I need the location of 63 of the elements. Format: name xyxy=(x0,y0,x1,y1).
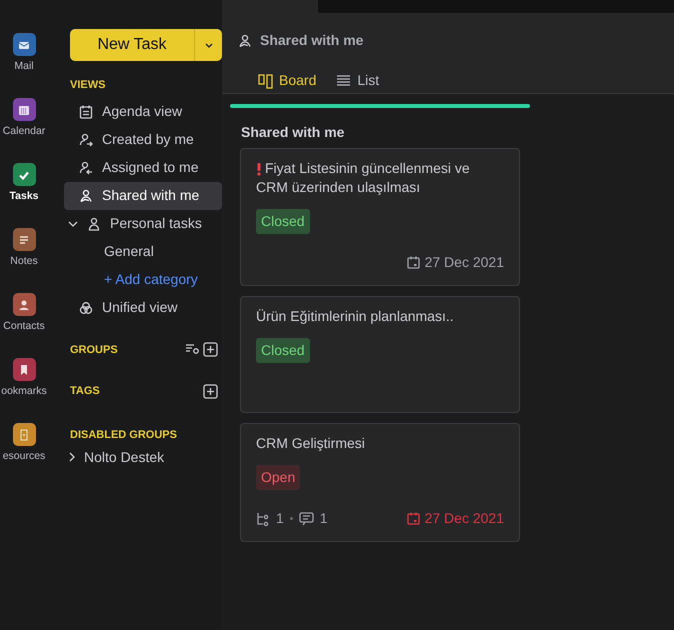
board-icon xyxy=(258,72,273,88)
person-icon xyxy=(86,216,102,232)
sidebar-item[interactable]: Nolto Destek xyxy=(64,443,222,471)
checkmark-icon[interactable] xyxy=(12,163,36,186)
status-badge: Closed xyxy=(256,209,310,234)
app-label: Tasks xyxy=(10,190,38,203)
app-label: Notes xyxy=(10,255,38,268)
app-label: Calendar xyxy=(2,125,46,138)
app-label: Mail xyxy=(14,60,34,73)
app-label: Contacts xyxy=(3,320,45,333)
door-icon[interactable] xyxy=(12,423,36,446)
task-card[interactable]: Ürün Eğitimlerinin planlanması.. Closed xyxy=(240,296,520,413)
task-title: Ürün Eğitimlerinin planlanması.. xyxy=(256,307,455,326)
dropdown-button[interactable] xyxy=(194,29,222,61)
sidebar-item[interactable]: Agenda view xyxy=(64,98,222,126)
due-date: 27 Dec 2021 xyxy=(406,252,504,273)
due-date: 27 Dec 2021 xyxy=(406,508,504,529)
calendar-icon xyxy=(78,104,94,120)
shared-person-icon xyxy=(237,32,253,48)
chevron-icon xyxy=(68,450,76,464)
sidebar-item[interactable]: Personal tasks xyxy=(64,210,222,238)
status-badge: Open xyxy=(256,465,300,490)
calendar-icon[interactable] xyxy=(12,98,36,121)
sidebar-item[interactable]: General xyxy=(64,238,222,266)
app-label: ookmarks xyxy=(1,385,47,398)
add-category-link[interactable]: + Add category xyxy=(64,266,222,294)
envelope-icon[interactable] xyxy=(12,33,36,56)
task-card[interactable]: Fiyat Listesinin güncellenmesi ve CRM üzerinden ulaşılması Closed 27 Dec 2021 xyxy=(240,148,520,286)
section-heading: GROUPS xyxy=(69,342,118,358)
section-heading: VIEWS xyxy=(69,78,106,93)
view-tab[interactable]: List xyxy=(336,70,380,98)
status-badge: Closed xyxy=(256,338,310,363)
sidebar-item[interactable]: Assigned to me xyxy=(64,154,222,182)
calendar-icon xyxy=(406,512,420,525)
separator-dot xyxy=(290,517,293,520)
new-task-button[interactable]: New Task xyxy=(70,29,194,61)
person-icon[interactable] xyxy=(12,293,36,316)
section-heading: TAGS xyxy=(69,384,100,399)
sidebar-item[interactable]: Unified view xyxy=(64,294,222,322)
sidebar-item[interactable]: Shared with me xyxy=(64,182,222,210)
calendar-icon xyxy=(406,256,420,269)
shared-person-icon xyxy=(78,188,94,204)
add-icon[interactable] xyxy=(203,384,218,399)
person-arrow-icon xyxy=(78,160,94,176)
add-icon[interactable] xyxy=(203,342,218,358)
subtask-count: 1 xyxy=(276,509,284,528)
person-arrow-icon xyxy=(78,132,94,148)
section-heading: DISABLED GROUPS xyxy=(69,428,178,442)
caret-icon xyxy=(204,42,212,48)
task-card[interactable]: CRM Geliştirmesi Open 1 1 27 Dec 2021 xyxy=(240,423,520,542)
comment-count: 1 xyxy=(320,509,328,528)
sidebar-item[interactable]: Created by me xyxy=(64,126,222,154)
subtasks-icon xyxy=(256,512,270,526)
list-icon xyxy=(336,72,352,88)
circles-icon xyxy=(78,300,94,316)
bookmark-icon[interactable] xyxy=(12,358,36,381)
app-label: esources xyxy=(2,450,46,463)
note-icon[interactable] xyxy=(12,228,36,251)
task-title: CRM Geliştirmesi xyxy=(256,434,366,453)
comment-icon xyxy=(298,512,314,526)
page-title: Shared with me xyxy=(260,31,364,50)
column-title: Shared with me xyxy=(240,123,346,142)
task-title: Fiyat Listesinin güncellenmesi ve CRM üzerinden ulaşılması xyxy=(256,159,471,197)
